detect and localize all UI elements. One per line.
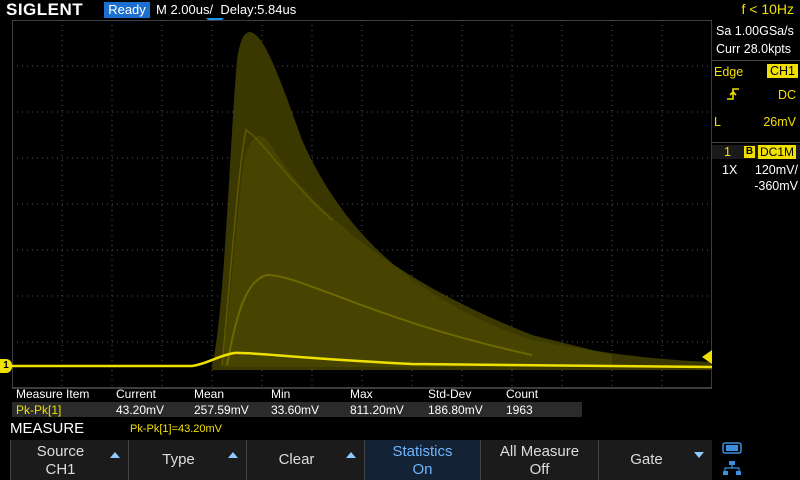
ch1-probe: 1X [722,163,738,177]
cell-min: 33.60mV [271,403,320,417]
brand-logo: SIGLENT [6,0,84,19]
cell-max: 811.20mV [350,403,404,417]
source-softkey[interactable]: Source CH1 [10,440,128,480]
up-arrow-icon [228,452,238,458]
trigger-info-box[interactable]: Edge CH1 DC L 26mV [712,60,800,137]
trigger-coupling: DC [777,88,796,102]
clear-softkey[interactable]: Clear [246,440,364,480]
softkey-value: Off [529,461,550,478]
header-count: Count [506,387,539,401]
trigger-type: Edge [714,65,744,79]
softkey-label: Source [36,443,85,460]
header-max: Max [350,387,373,401]
ch1-offset-marker-icon[interactable]: 1 [0,359,12,373]
trigger-level-marker-icon[interactable] [702,350,712,364]
ch1-scale: 120mV/ [754,163,798,177]
trigger-level-value: 26mV [763,115,796,129]
cell-mean: 257.59mV [194,403,249,417]
header-std-dev: Std-Dev [428,387,472,401]
trigger-rising-edge-icon [727,88,739,100]
bandwidth-limit-badge: B [744,146,755,158]
gate-softkey[interactable]: Gate [598,440,712,480]
delay-value: Delay:5.84us [220,2,297,17]
all-measure-softkey[interactable]: All Measure Off [480,440,598,480]
header-current: Current [116,387,157,401]
ch1-coupling-badge: DC1M [758,145,797,159]
network-icon [723,461,741,475]
cell-measure-item: Pk-Pk[1] [16,403,62,417]
header-measure-item: Measure Item [16,387,90,401]
softkey-label: Type [162,451,195,468]
softkey-label: Statistics [392,443,453,460]
softkey-value: CH1 [45,461,76,478]
measurement-statistics-table: Measure Item Current Mean Min Max Std-De… [12,385,712,418]
cell-current: 43.20mV [116,403,165,417]
softkey-value: On [412,461,433,478]
softkey-label: Clear [278,451,315,468]
top-status-bar: SIGLENT Ready M 2.00us/ Delay:5.84us f <… [0,0,800,20]
right-info-panel: Sa 1.00GSa/s Curr 28.0kpts Edge CH1 DC L… [712,20,800,434]
trigger-source-badge: CH1 [766,64,798,78]
run-status-badge[interactable]: Ready [104,2,150,18]
header-mean: Mean [194,387,225,401]
waveform-display[interactable] [12,20,712,418]
cell-count: 1963 [506,403,533,417]
softkey-label: All Measure [499,443,580,460]
trigger-frequency-readout: f < 10Hz [741,1,794,17]
cell-std-dev: 186.80mV [428,403,483,417]
usb-icon [722,442,742,454]
header-min: Min [271,387,291,401]
up-arrow-icon [346,452,356,458]
trigger-level-label: L [714,115,721,129]
ch1-info-box[interactable]: 1 B DC1M 1X 120mV/ -360mV [712,142,800,195]
memory-depth: Curr 28.0kpts [716,42,792,56]
timebase-value: M 2.00us/ [156,2,214,17]
measure-readout: Pk-Pk[1]=43.20mV [130,423,223,435]
timebase-readout[interactable]: M 2.00us/ Delay:5.84us [156,2,296,17]
statistics-softkey[interactable]: Statistics On [364,440,480,480]
type-softkey[interactable]: Type [128,440,246,480]
up-arrow-icon [110,452,120,458]
sample-rate: Sa 1.00GSa/s [716,24,794,38]
ch1-offset: -360mV [754,179,798,193]
softkey-label: Gate [630,451,663,468]
down-arrow-icon [694,452,704,458]
menu-title: MEASURE [10,420,85,437]
ch1-number: 1 [724,145,731,159]
